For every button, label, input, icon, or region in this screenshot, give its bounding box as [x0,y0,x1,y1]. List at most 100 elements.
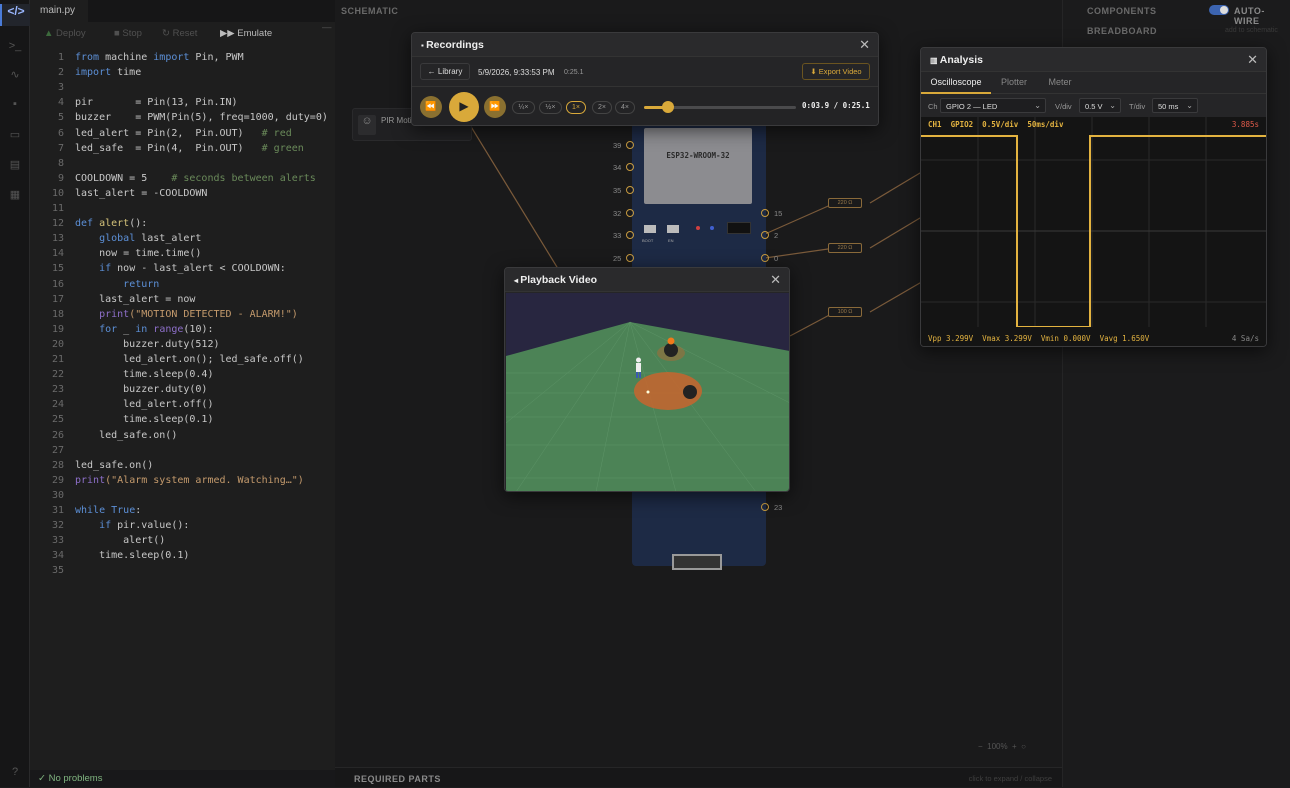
deploy-button[interactable]: ▲ Deploy [44,28,86,39]
tab-plotter[interactable]: Plotter [991,72,1037,94]
export-video-button[interactable]: ⬇ Export Video [802,63,870,80]
pin-35[interactable] [626,186,634,194]
code-line[interactable]: led_safe = Pin(4, Pin.OUT) # green [75,143,304,154]
line-number: 28 [51,459,64,471]
code-line[interactable]: if pir.value(): [75,520,189,531]
required-parts-bar[interactable]: REQUIRED PARTS click to expand / collaps… [335,767,1062,787]
en-button[interactable] [667,225,679,233]
code-line[interactable]: print("MOTION DETECTED - ALARM!") [75,309,298,320]
code-line[interactable]: time.sleep(0.4) [75,369,213,380]
problems-status[interactable]: ✓ No problems [30,770,335,787]
oscilloscope-display[interactable] [921,117,1267,347]
line-number: 7 [57,142,64,154]
folder-icon[interactable]: ▭ [0,128,30,150]
resistor-2[interactable]: 220 Ω [828,243,862,253]
code-line[interactable]: time.sleep(0.1) [75,550,189,561]
code-line[interactable]: buzzer.duty(512) [75,339,219,350]
pin-2[interactable] [761,231,769,239]
pin-32[interactable] [626,209,634,217]
speed-2-button[interactable]: 1× [566,101,586,114]
line-number: 27 [51,444,64,456]
auto-wire-label: AUTO-WIRE [1234,6,1265,26]
video-frame[interactable] [506,293,790,492]
play-button[interactable]: ▶ [449,92,479,122]
auto-wire-toggle[interactable] [1209,5,1229,15]
terminal-icon[interactable]: >_ [0,40,30,62]
recording-datetime: 5/9/2026, 9:33:53 PM [478,68,555,77]
code-line[interactable]: global last_alert [75,233,201,244]
seek-handle[interactable] [661,101,674,113]
pin-39[interactable] [626,141,634,149]
code-line[interactable]: print("Alarm system armed. Watching…") [75,475,304,486]
code-line[interactable]: led_safe.on() [75,460,153,471]
code-line[interactable]: buzzer.duty(0) [75,384,207,395]
breadboard-header[interactable]: BREADBOARD [1087,26,1157,36]
chip-icon[interactable]: ▪ [0,98,30,120]
pin-34[interactable] [626,163,634,171]
channel-select[interactable]: GPIO 2 — LED ⌄ [940,98,1046,113]
code-line[interactable]: if now - last_alert < COOLDOWN: [75,263,286,274]
stop-button[interactable]: ■ Stop [114,28,142,39]
tab-meter[interactable]: Meter [1037,72,1083,94]
zoom-in-button[interactable]: + [1012,742,1017,751]
zoom-reset-icon[interactable]: ○ [1021,742,1026,751]
resistor-1[interactable]: 220 Ω [828,198,862,208]
board-icon[interactable]: ▤ [0,158,30,180]
resistor-3[interactable]: 100 Ω [828,307,862,317]
grid-icon[interactable]: ▦ [0,188,30,210]
pin-0[interactable] [761,254,769,262]
speed-1-button[interactable]: ½× [539,101,562,114]
code-line[interactable]: now = time.time() [75,248,201,259]
code-line[interactable]: COOLDOWN = 5 # seconds between alerts [75,173,316,184]
waveform-icon[interactable]: ∿ [0,68,30,90]
pin-25[interactable] [626,254,634,262]
line-number: 2 [57,67,64,79]
reset-button[interactable]: ↻ Reset [162,28,197,39]
code-line[interactable]: led_alert.on(); led_safe.off() [75,354,304,365]
code-line[interactable]: while True: [75,505,141,516]
code-line[interactable]: for _ in range(10): [75,324,213,335]
zoom-controls[interactable]: − 100% + ○ [978,742,1026,751]
close-icon[interactable]: ✕ [770,272,781,288]
code-line[interactable]: last_alert = -COOLDOWN [75,188,207,199]
seek-track[interactable] [644,101,796,113]
code-line[interactable]: buzzer = PWM(Pin(5), freq=1000, duty=0) [75,112,328,123]
pin-15[interactable] [761,209,769,217]
code-line[interactable]: alert() [75,535,165,546]
scope-time-readout: 3.885s [1231,120,1259,129]
help-icon[interactable]: ? [0,766,30,788]
line-number: 22 [51,369,64,381]
speed-4-button[interactable]: 4× [615,101,635,114]
speed-0-button[interactable]: ¼× [512,101,535,114]
zoom-out-button[interactable]: − [978,742,983,751]
library-button[interactable]: ← Library [420,63,470,80]
code-icon[interactable]: </> [0,4,30,26]
code-line[interactable]: def alert(): [75,218,147,229]
code-line[interactable]: time.sleep(0.1) [75,414,213,425]
code-line[interactable]: import time [75,67,141,78]
code-line[interactable]: pir = Pin(13, Pin.IN) [75,97,238,108]
code-line[interactable]: led_alert.off() [75,399,213,410]
emulate-button[interactable]: ▶▶ Emulate [220,28,272,39]
components-header[interactable]: COMPONENTS [1087,6,1157,16]
code-line[interactable]: last_alert = now [75,294,195,305]
line-number: 17 [51,293,64,305]
code-editor: main.py ▲ Deploy ■ Stop ↻ Reset ▶▶ Emula… [30,0,335,787]
code-line[interactable]: from machine import Pin, PWM [75,52,244,63]
rewind-button[interactable]: ⏪ [420,96,442,118]
tab-main-py[interactable]: main.py [30,0,88,22]
close-icon[interactable]: ✕ [859,37,870,53]
forward-button[interactable]: ⏩ [484,96,506,118]
code-line[interactable]: led_alert = Pin(2, Pin.OUT) # red [75,128,292,139]
line-number: 6 [57,127,64,139]
speed-3-button[interactable]: 2× [592,101,612,114]
boot-button[interactable] [644,225,656,233]
pin-33[interactable] [626,231,634,239]
tab-oscilloscope[interactable]: Oscilloscope [921,72,991,94]
pin-23[interactable] [761,503,769,511]
code-line[interactable]: return [75,279,159,290]
tdiv-select[interactable]: 50 ms ⌄ [1152,98,1198,113]
vdiv-select[interactable]: 0.5 V ⌄ [1079,98,1121,113]
close-icon[interactable]: ✕ [1247,52,1258,68]
code-line[interactable]: led_safe.on() [75,430,177,441]
